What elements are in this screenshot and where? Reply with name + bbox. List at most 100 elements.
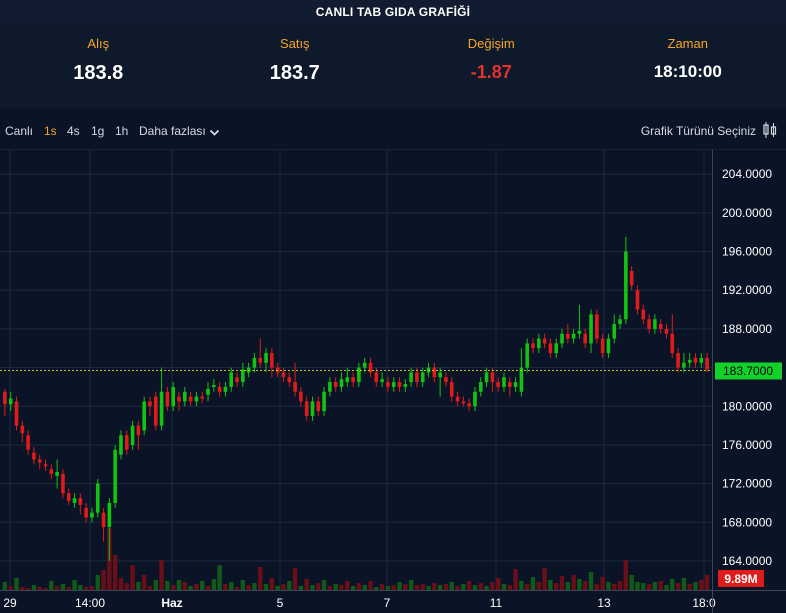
- volume-bar: [536, 582, 542, 590]
- volume-bar: [600, 577, 605, 590]
- volume-bar: [281, 584, 286, 590]
- y-tick-label: 196.0000: [722, 245, 772, 259]
- more-intervals-dropdown[interactable]: Daha fazlası: [139, 124, 220, 138]
- volume-bar: [664, 585, 669, 590]
- volume-bar: [594, 584, 600, 590]
- volume-bar: [455, 586, 460, 590]
- candle-body: [206, 388, 210, 395]
- volume-bar: [229, 582, 234, 590]
- volume-bar: [658, 581, 663, 590]
- volume-bar: [554, 583, 559, 590]
- volume-bar: [66, 587, 71, 590]
- volume-bar: [118, 578, 124, 590]
- volume-bar: [704, 575, 710, 590]
- candle-body: [124, 435, 129, 450]
- candle-body: [351, 377, 355, 383]
- interval-4s-button[interactable]: 4s: [67, 124, 80, 138]
- volume-bar: [420, 584, 425, 590]
- volume-bar: [298, 586, 304, 590]
- candle-body: [403, 384, 408, 387]
- volume-bar: [681, 578, 687, 590]
- volume-bar: [170, 585, 176, 590]
- candle-body: [119, 435, 123, 455]
- volume-bar: [246, 585, 251, 590]
- y-tick-label: 200.0000: [722, 206, 772, 220]
- candle-body: [3, 391, 7, 405]
- candle-body: [444, 377, 448, 383]
- candle-body: [606, 338, 611, 354]
- volume-bar: [194, 584, 199, 590]
- candle-body: [281, 372, 286, 378]
- volume-bar: [356, 583, 362, 590]
- interval-1s-button[interactable]: 1s: [44, 124, 57, 138]
- candle-body: [687, 359, 692, 363]
- candle-body: [270, 353, 274, 368]
- volume-bar: [437, 585, 443, 590]
- ask-value: 183.7: [269, 62, 320, 84]
- volume-bar: [2, 582, 8, 590]
- candle-body: [467, 403, 471, 407]
- y-tick-label: 188.0000: [722, 322, 772, 336]
- volume-bar: [275, 586, 280, 590]
- candle-body: [397, 382, 402, 387]
- volume-bar: [333, 584, 338, 590]
- volume-bar: [478, 583, 483, 590]
- candle-body: [258, 357, 263, 363]
- volume-bar: [188, 586, 193, 590]
- volume-bar: [14, 578, 19, 590]
- volume-bar: [147, 586, 153, 590]
- volume-bar: [449, 582, 454, 590]
- candle-body: [328, 382, 332, 392]
- volume-bar: [513, 569, 518, 590]
- candle-body: [566, 333, 570, 339]
- candle-body: [264, 353, 268, 363]
- change-value: -1.87: [470, 62, 512, 82]
- candlestick-icon[interactable]: [762, 121, 778, 139]
- x-tick-label: 29: [3, 596, 17, 610]
- candle-body: [391, 382, 396, 387]
- y-tick-label: 176.0000: [722, 438, 772, 452]
- volume-bar: [8, 586, 13, 590]
- candle-body: [333, 382, 338, 387]
- candle-body: [293, 382, 297, 392]
- volume-bar: [501, 584, 507, 590]
- chart-type-selector[interactable]: Grafik Türünü Seçiniz: [641, 124, 756, 138]
- candle-body: [316, 401, 321, 412]
- volume-bar: [310, 585, 315, 590]
- candle-body: [130, 425, 135, 445]
- volume-bar: [687, 584, 692, 590]
- candle-body: [8, 398, 13, 405]
- price-chart[interactable]: 204.0000 200.0000 196.0000 192.0000 188.0000…: [0, 150, 786, 613]
- live-button[interactable]: Canlı: [5, 124, 33, 138]
- candle-body: [653, 319, 657, 329]
- interval-1h-button[interactable]: 1h: [115, 124, 128, 138]
- volume-bar: [350, 586, 356, 590]
- volume-label: 9.89M: [724, 572, 757, 586]
- candle-body: [618, 319, 622, 325]
- volume-bar: [397, 582, 402, 590]
- volume-bar: [490, 582, 495, 590]
- candle-body: [49, 469, 54, 474]
- candle-body: [84, 507, 88, 518]
- interval-1g-button[interactable]: 1g: [91, 124, 104, 138]
- title-bar: CANLI TAB GIDA GRAFİĞİ: [0, 0, 786, 24]
- y-tick-label: 172.0000: [722, 477, 772, 491]
- candle-body: [542, 338, 547, 344]
- candle-body: [635, 290, 640, 310]
- volume-bar: [200, 581, 205, 590]
- volume-bar: [339, 585, 344, 590]
- volume-bar: [31, 585, 37, 590]
- volume-bar: [699, 580, 704, 590]
- volume-bar: [571, 575, 576, 590]
- candle-body: [554, 343, 559, 354]
- volume-bar: [641, 583, 646, 590]
- volume-bar: [403, 584, 408, 590]
- candle-body: [14, 401, 19, 426]
- volume-bar: [391, 585, 396, 590]
- candle-body: [380, 379, 384, 383]
- time-column: Zaman 18:10:00: [590, 24, 786, 108]
- candle-body: [229, 372, 234, 387]
- x-tick-label: 5: [277, 596, 284, 610]
- candle-body: [101, 512, 106, 528]
- volume-bar: [321, 580, 327, 590]
